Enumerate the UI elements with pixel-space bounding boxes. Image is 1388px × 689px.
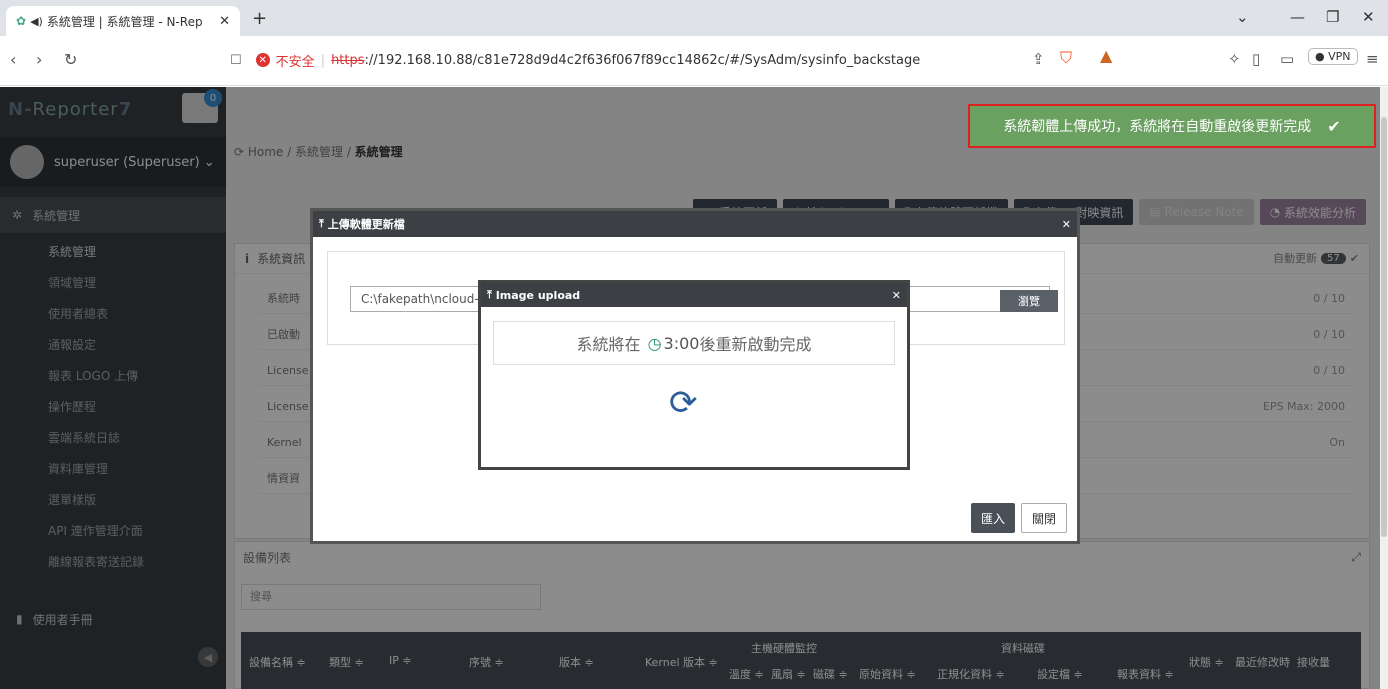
scrollbar-thumb[interactable] [1381,117,1387,537]
minimize-icon[interactable]: — [1290,8,1305,26]
new-tab-button[interactable]: + [252,8,267,29]
bookmark-icon[interactable]: ☐ [230,53,242,68]
tab-list-icon[interactable]: ⌄ [1236,8,1249,26]
restart-msg-pre: 系統將在 [576,335,641,354]
restart-msg-post: 後重新啟動完成 [699,335,812,354]
restart-time: 3:00 [663,333,700,353]
tab-close-icon[interactable]: ✕ [219,14,230,29]
restart-countdown: 系統將在 ◷ 3:00 後重新啟動完成 [493,321,895,365]
check-icon: ✔ [1327,116,1341,136]
insecure-label: 不安全 [275,54,315,70]
upload-modal-footer: 匯入 關閉 [970,503,1067,533]
reload-icon[interactable]: ↻ [64,50,77,69]
url-path: ://192.168.10.88/c81e728d9d4c2f636f067f8… [364,52,921,68]
menu-icon[interactable]: ≡ [1366,50,1379,68]
tab-title: 系統管理 | 系統管理 - N-Rep [46,14,203,29]
success-toast: 系統韌體上傳成功，系統將在自動重啟後更新完成 ✔ [968,104,1376,148]
back-icon[interactable]: ‹ [10,50,16,69]
clock-icon: ◷ [642,333,662,353]
sidebar-toggle-icon[interactable]: ▯ [1252,50,1260,68]
share-icon[interactable]: ⇪ [1032,50,1045,68]
image-modal-header: ⤒ Image upload ✕ [481,283,907,307]
wallet-icon[interactable]: ▭ [1280,50,1294,68]
url-separator: | [320,52,326,68]
image-modal-title: Image upload [495,288,581,302]
forward-icon[interactable]: › [36,50,42,69]
import-button[interactable]: 匯入 [970,503,1015,533]
browser-tab[interactable]: ✿ ◀) 系統管理 | 系統管理 - N-Rep ✕ [6,6,240,36]
brave-shield-icon[interactable]: ⛉ [1060,48,1072,68]
close-window-icon[interactable]: ✕ [1362,8,1375,26]
restore-icon[interactable]: ❐ [1326,8,1339,26]
close-icon[interactable]: ✕ [892,289,901,302]
close-button[interactable]: 關閉 [1020,503,1067,533]
refresh-spinner-icon: ⟳ [669,383,698,423]
upload-modal-header: ⤒ 上傳軟體更新檔 ✕ [313,211,1077,237]
upload-modal-title: 上傳軟體更新檔 [327,218,405,231]
browser-tabbar: ✿ ◀) 系統管理 | 系統管理 - N-Rep ✕ + ⌄ — ❐ ✕ [0,0,1388,36]
image-upload-modal: ⤒ Image upload ✕ 系統將在 ◷ 3:00 後重新啟動完成 ⟳ [478,280,910,470]
upload-icon: ⤒ [319,217,328,230]
toast-message: 系統韌體上傳成功，系統將在自動重啟後更新完成 [1003,119,1312,135]
address-bar: ‹ › ↻ ☐ ✕ 不安全 | https ://192.168.10.88/c… [0,36,1388,86]
vpn-button[interactable]: ● VPN [1308,48,1358,65]
extensions-icon[interactable]: ✧ [1228,50,1241,68]
browse-button[interactable]: 瀏覽 [1000,290,1058,312]
speaker-icon[interactable]: ◀) [30,15,43,28]
site-favicon-icon: ✿ [16,14,27,28]
brave-rewards-icon[interactable]: ▲ [1100,46,1112,65]
page-scrollbar[interactable] [1380,87,1388,689]
security-warning-icon[interactable]: ✕ [255,53,270,67]
url-scheme: https [331,52,365,68]
upload-icon: ⤒ [487,288,496,301]
close-icon[interactable]: ✕ [1062,218,1071,231]
vpn-label: VPN [1328,50,1351,63]
